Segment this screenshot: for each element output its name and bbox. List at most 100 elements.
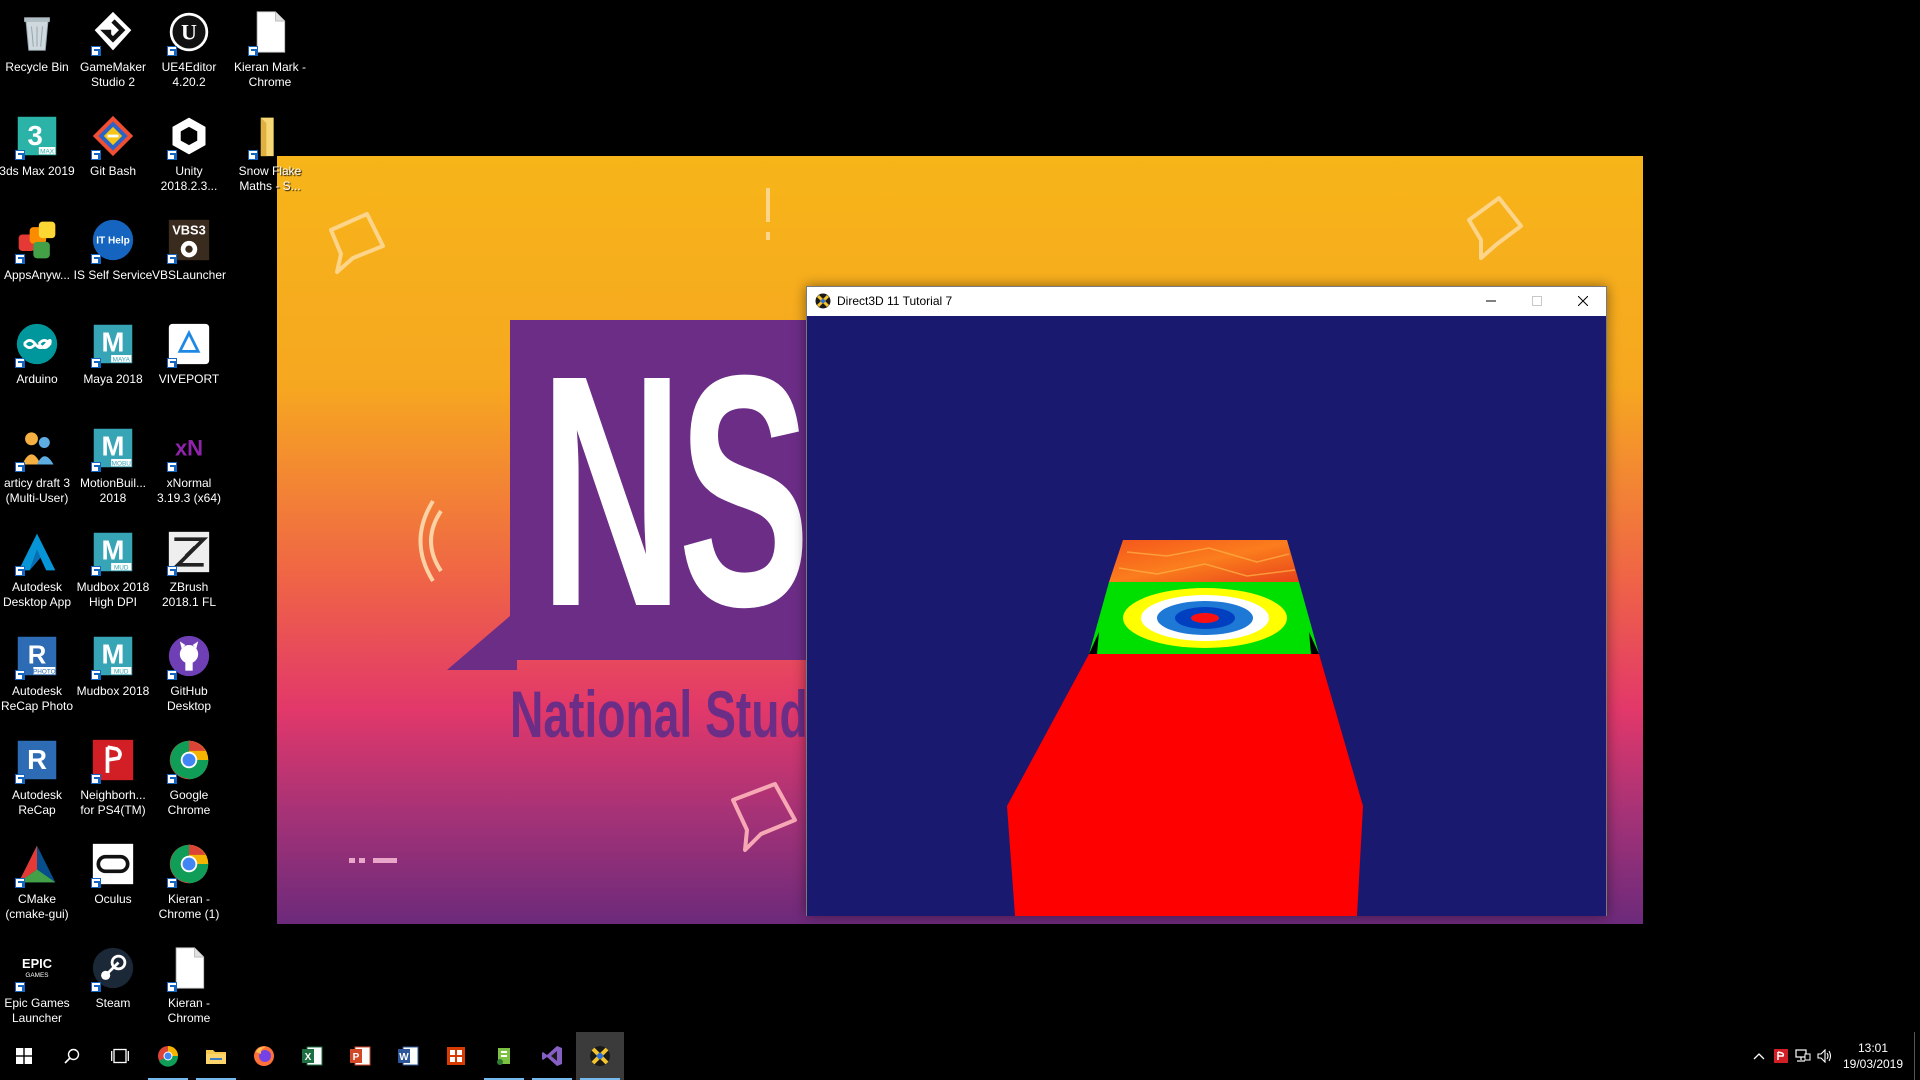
- desktop-icon[interactable]: Snow Flake Maths - S...: [232, 106, 308, 206]
- desktop-icon-label: Mudbox 2018: [76, 684, 150, 698]
- window-titlebar[interactable]: Direct3D 11 Tutorial 7: [807, 287, 1606, 315]
- taskbar-app-button[interactable]: [240, 1032, 288, 1080]
- svg-text:MAX: MAX: [40, 148, 55, 155]
- desktop-icon[interactable]: Kieran Mark - Chrome: [232, 2, 308, 102]
- desktop-icon[interactable]: VIVEPORT: [151, 314, 227, 414]
- desktop-icon[interactable]: IT Help IS Self Service: [74, 210, 152, 310]
- taskbar-app-button[interactable]: [192, 1032, 240, 1080]
- speech-bubble-decoration: [731, 782, 797, 852]
- desktop-icon[interactable]: Steam: [75, 938, 151, 1026]
- render-viewport[interactable]: [807, 316, 1606, 916]
- svg-text:W: W: [399, 1052, 409, 1063]
- taskbar: X P W 13:01 19/03/2019: [0, 1032, 1920, 1080]
- desktop-icon[interactable]: R PHOTO Autodesk ReCap Photo: [0, 626, 75, 726]
- desktop-icon[interactable]: EPIC GAMES Epic Games Launcher: [0, 938, 75, 1026]
- rendered-scene: [1007, 540, 1363, 916]
- articy-icon: [13, 424, 61, 472]
- show-desktop-button[interactable]: [1914, 1032, 1920, 1080]
- desktop-icon[interactable]: articy draft 3 (Multi-User): [0, 418, 75, 518]
- desktop-icon[interactable]: M MAYA Maya 2018: [75, 314, 151, 414]
- tray-volume[interactable]: [1814, 1032, 1836, 1080]
- svg-text:IT Help: IT Help: [96, 236, 130, 247]
- svg-text:R: R: [27, 744, 47, 775]
- desktop-icon-label: CMake (cmake-gui): [5, 892, 69, 921]
- desktop-icon-label: GameMaker Studio 2: [79, 60, 147, 89]
- recap-icon: R: [13, 736, 61, 784]
- close-button[interactable]: [1560, 287, 1606, 315]
- mudbox-icon: M MUD: [89, 632, 137, 680]
- desktop-icon[interactable]: AppsAnyw...: [0, 210, 75, 310]
- svg-text:M: M: [102, 430, 125, 461]
- desktop-icon[interactable]: Recycle Bin: [0, 2, 75, 102]
- taskbar-app-button[interactable]: P: [336, 1032, 384, 1080]
- task-view-button[interactable]: [96, 1032, 144, 1080]
- taskbar-app-button[interactable]: W: [384, 1032, 432, 1080]
- desktop-icon[interactable]: Google Chrome: [151, 730, 227, 830]
- maximize-icon: [1532, 296, 1542, 306]
- direct3d-window[interactable]: Direct3D 11 Tutorial 7: [806, 286, 1607, 916]
- desktop-icon[interactable]: GameMaker Studio 2: [75, 2, 151, 102]
- taskbar-app-button[interactable]: [576, 1032, 624, 1080]
- desktop-icon[interactable]: U UE4Editor 4.20.2: [151, 2, 227, 102]
- taskbar-app-button[interactable]: [480, 1032, 528, 1080]
- chrome-icon: [165, 736, 213, 784]
- it-help-icon: IT Help: [89, 216, 137, 264]
- maya-icon: M MAYA: [89, 320, 137, 368]
- desktop-icon[interactable]: R Autodesk ReCap: [0, 730, 75, 830]
- minimize-icon: [1486, 300, 1496, 302]
- poster-banner-tail: [447, 610, 517, 670]
- desktop-icon-label: Arduino: [16, 372, 58, 386]
- show-hidden-icons-button[interactable]: [1748, 1032, 1770, 1080]
- desktop-icon-label: articy draft 3 (Multi-User): [3, 476, 71, 505]
- desktop-icon[interactable]: GitHub Desktop: [151, 626, 227, 726]
- taskbar-app-button[interactable]: [528, 1032, 576, 1080]
- desktop-icon[interactable]: Neighborh... for PS4(TM): [75, 730, 151, 830]
- desktop-icon[interactable]: Arduino: [0, 314, 75, 414]
- desktop-icon[interactable]: M MOBU MotionBuil... 2018: [75, 418, 151, 518]
- chrome-icon: [165, 840, 213, 888]
- desktop-icon-label: AppsAnyw...: [3, 268, 71, 282]
- desktop-icon[interactable]: Kieran - Chrome (1): [151, 834, 227, 934]
- maximize-button[interactable]: [1514, 287, 1560, 315]
- desktop-icon[interactable]: M MUD Mudbox 2018 High DPI: [75, 522, 151, 622]
- speech-bubble-decoration: [1467, 196, 1523, 260]
- desktop-icon[interactable]: 3 MAX 3ds Max 2019: [0, 106, 75, 206]
- desktop-icon-label: Epic Games Launcher: [4, 996, 70, 1025]
- taskbar-app-button[interactable]: [432, 1032, 480, 1080]
- desktop-icon[interactable]: M MUD Mudbox 2018: [75, 626, 151, 726]
- taskbar-app-button[interactable]: [144, 1032, 192, 1080]
- tray-playstation[interactable]: [1770, 1032, 1792, 1080]
- desktop-icon[interactable]: Autodesk Desktop App: [0, 522, 75, 622]
- volume-icon: [1817, 1049, 1832, 1063]
- desktop-icon-label: Google Chrome: [167, 788, 211, 817]
- desktop-icon-label: Kieran - Chrome (1): [158, 892, 220, 921]
- desktop-icon[interactable]: VBS3 VBSLauncher: [151, 210, 227, 310]
- tray-network[interactable]: [1792, 1032, 1814, 1080]
- search-button[interactable]: [48, 1032, 96, 1080]
- firefox-icon: [252, 1044, 276, 1068]
- desktop-icon[interactable]: ZBrush 2018.1 FL: [151, 522, 227, 622]
- svg-text:R: R: [28, 641, 47, 669]
- task-view-icon: [111, 1048, 129, 1064]
- desktop: NS National Stude Recycle Bin GameMaker …: [0, 0, 1920, 1026]
- directx-icon: [588, 1044, 612, 1068]
- clock[interactable]: 13:01 19/03/2019: [1836, 1040, 1910, 1072]
- desktop-icon[interactable]: Kieran - Chrome: [151, 938, 227, 1026]
- start-button[interactable]: [0, 1032, 48, 1080]
- desktop-icon[interactable]: Unity 2018.2.3...: [151, 106, 227, 206]
- desktop-icon[interactable]: CMake (cmake-gui): [0, 834, 75, 934]
- taskbar-app-button[interactable]: X: [288, 1032, 336, 1080]
- folder-icon: [246, 112, 294, 160]
- windows-icon: [16, 1048, 32, 1064]
- recap-photo-icon: R PHOTO: [13, 632, 61, 680]
- desktop-icon[interactable]: Oculus: [75, 834, 151, 934]
- desktop-icon-label: UE4Editor 4.20.2: [161, 60, 217, 89]
- desktop-icon-label: Kieran - Chrome: [167, 996, 211, 1025]
- minimize-button[interactable]: [1468, 287, 1514, 315]
- desktop-icon[interactable]: Git Bash: [75, 106, 151, 206]
- desktop-icon[interactable]: xN xNormal 3.19.3 (x64): [151, 418, 227, 518]
- svg-text:MUD: MUD: [114, 668, 129, 675]
- desktop-icon-label: VBSLauncher: [151, 268, 227, 282]
- directx-icon: [815, 293, 831, 309]
- system-tray: 13:01 19/03/2019: [1748, 1032, 1920, 1080]
